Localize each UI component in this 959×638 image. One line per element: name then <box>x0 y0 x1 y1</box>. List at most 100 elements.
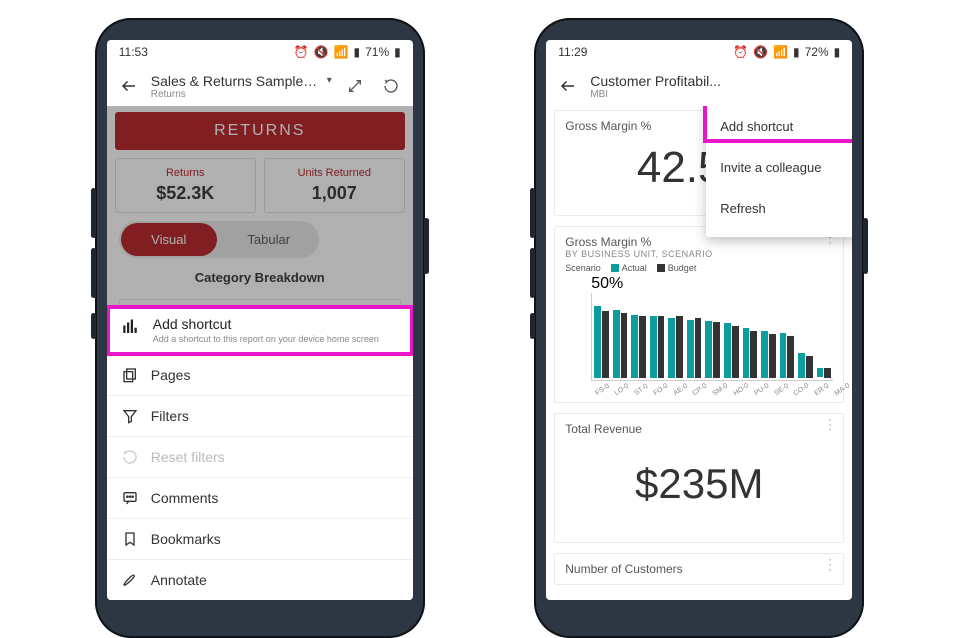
num-customers-title: Number of Customers <box>565 562 833 576</box>
comments-icon <box>121 489 139 507</box>
bar-CO-0-actual <box>780 333 787 378</box>
pages-icon <box>121 366 139 384</box>
battery-pct: 71% <box>365 45 389 59</box>
back-button[interactable] <box>115 72 143 100</box>
sheet-filters[interactable]: Filters <box>107 396 413 437</box>
bar-HO-0 <box>724 293 739 380</box>
refresh-button[interactable] <box>377 72 405 100</box>
add-shortcut-title: Add shortcut <box>153 316 232 332</box>
bookmark-icon <box>121 530 139 548</box>
report-title[interactable]: Sales & Returns Sample v... <box>151 73 321 89</box>
bar-FS-0-budget <box>602 311 609 378</box>
sheet-annotate-label: Annotate <box>151 572 207 588</box>
reset-icon <box>121 448 139 466</box>
chevron-down-icon[interactable]: ▾ <box>327 75 332 86</box>
card-more-icon[interactable]: ⋮ <box>823 560 837 568</box>
back-button[interactable] <box>554 72 582 100</box>
alarm-icon: ⏰ <box>733 45 748 59</box>
bar-LO-0-actual <box>613 310 620 378</box>
cat-label-PU-0: PU-0 <box>753 382 770 397</box>
bar-PU-0-actual <box>743 328 750 378</box>
card-more-icon[interactable]: ⋮ <box>823 420 837 428</box>
sheet-filters-label: Filters <box>151 408 189 424</box>
battery-icon: ▮ <box>394 45 401 59</box>
status-bar: 11:53 ⏰ 🔇 📶 ▮ 71% ▮ <box>107 40 413 64</box>
mute-icon: 🔇 <box>753 45 768 59</box>
sheet-comments[interactable]: Comments <box>107 478 413 519</box>
bar-PU-0-budget <box>750 331 757 378</box>
bar-MA-0 <box>817 293 832 380</box>
bar-AE-0-budget <box>676 316 683 378</box>
sheet-add-shortcut[interactable]: Add shortcut Add a shortcut to this repo… <box>107 306 413 355</box>
menu-invite-colleague[interactable]: Invite a colleague <box>706 147 852 188</box>
phone-right: 11:29 ⏰ 🔇 📶 ▮ 72% ▮ Customer Profitabil.… <box>534 18 864 638</box>
dashboard-subtitle: MBI <box>590 89 844 100</box>
bar-CP-0-actual <box>687 320 694 378</box>
sheet-annotate[interactable]: Annotate <box>107 560 413 600</box>
alarm-icon: ⏰ <box>294 45 309 59</box>
kpi-units-returned[interactable]: Units Returned 1,007 <box>264 158 405 213</box>
card-gross-margin-chart[interactable]: ⋮ Gross Margin % BY BUSINESS UNIT, SCENA… <box>554 226 844 403</box>
total-revenue-value: $235M <box>565 436 833 534</box>
kpi-returns-value: $52.3K <box>120 183 251 204</box>
dashboard-header: Customer Profitabil... MBI <box>546 64 852 106</box>
bar-ST-0-budget <box>639 316 646 378</box>
bar-FO-0-actual <box>650 316 657 378</box>
cat-label-FO-0: FO-0 <box>652 382 669 397</box>
cat-label-FS-0: FS-0 <box>595 383 611 397</box>
bar-ER-0-budget <box>806 356 813 378</box>
legend-budget: Budget <box>668 263 697 273</box>
signal-icon: ▮ <box>793 45 800 59</box>
cat-label-ER-0: ER-0 <box>813 382 830 397</box>
battery-icon: ▮ <box>834 45 841 59</box>
bar-CO-0 <box>780 293 795 380</box>
action-sheet: Add shortcut Add a shortcut to this repo… <box>107 305 413 600</box>
legend-actual: Actual <box>622 263 647 273</box>
report-subtitle: Returns <box>151 89 333 100</box>
card-number-of-customers[interactable]: ⋮ Number of Customers <box>554 553 844 585</box>
cat-label-CO-0: CO-0 <box>793 382 811 397</box>
sheet-bookmarks[interactable]: Bookmarks <box>107 519 413 560</box>
menu-add-shortcut[interactable]: Add shortcut <box>706 106 852 147</box>
gm-bar-chart <box>591 293 833 381</box>
dashboard-title[interactable]: Customer Profitabil... <box>590 73 721 89</box>
sheet-comments-label: Comments <box>151 490 219 506</box>
status-time: 11:29 <box>558 45 733 59</box>
kpi-units-label: Units Returned <box>269 167 400 179</box>
cat-label-ST-0: ST-0 <box>633 383 649 397</box>
legend-title: Scenario <box>565 263 601 273</box>
wifi-icon: 📶 <box>773 45 788 59</box>
kpi-units-value: 1,007 <box>269 183 400 204</box>
cat-label-MA-0: MA-0 <box>833 382 851 397</box>
bar-FO-0 <box>650 293 665 380</box>
cat-label-AE-0: AE-0 <box>672 383 689 398</box>
cat-label-SM-0: SM-0 <box>712 382 730 397</box>
status-icons: ⏰ 🔇 📶 ▮ 71% ▮ <box>294 45 401 59</box>
bar-SM-0-actual <box>705 321 712 378</box>
bar-AE-0-actual <box>668 318 675 378</box>
expand-button[interactable] <box>341 72 369 100</box>
mute-icon: 🔇 <box>314 45 329 59</box>
bar-MA-0-actual <box>817 368 824 377</box>
kpi-returns[interactable]: Returns $52.3K <box>115 158 256 213</box>
cat-label-SE-0: SE-0 <box>773 383 790 398</box>
menu-refresh[interactable]: Refresh <box>706 188 852 229</box>
screen-left: 11:53 ⏰ 🔇 📶 ▮ 71% ▮ Sales & Returns Samp… <box>107 40 413 600</box>
card-total-revenue[interactable]: ⋮ Total Revenue $235M <box>554 413 844 543</box>
sheet-reset-label: Reset filters <box>151 449 225 465</box>
bar-SE-0-budget <box>769 334 776 378</box>
gm-chart-legend: Scenario Actual Budget <box>565 263 833 273</box>
tab-tabular[interactable]: Tabular <box>221 223 317 256</box>
bar-ER-0 <box>798 293 813 380</box>
sheet-pages[interactable]: Pages <box>107 355 413 396</box>
sheet-reset-filters: Reset filters <box>107 437 413 478</box>
view-toggle: Visual Tabular <box>119 221 319 258</box>
bar-CP-0 <box>687 293 702 380</box>
filter-icon <box>121 407 139 425</box>
tab-visual[interactable]: Visual <box>121 223 217 256</box>
bar-ER-0-actual <box>798 353 805 378</box>
bar-AE-0 <box>668 293 683 380</box>
bar-PU-0 <box>743 293 758 380</box>
bar-FS-0-actual <box>594 306 601 378</box>
bar-SE-0 <box>761 293 776 380</box>
